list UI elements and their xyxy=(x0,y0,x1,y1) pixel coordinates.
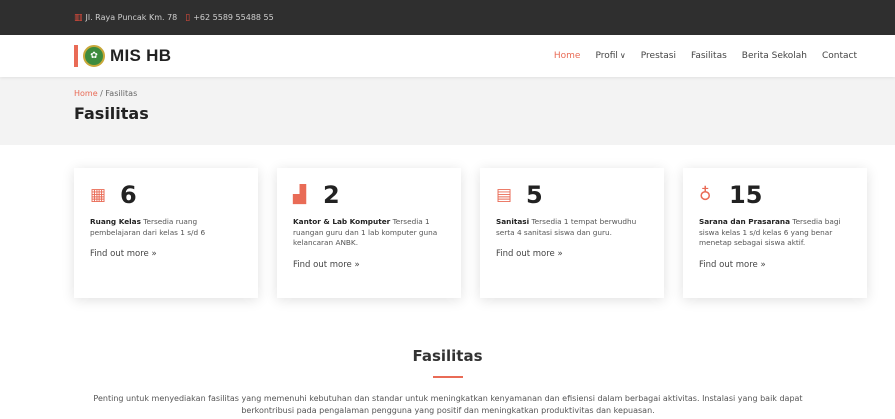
card-description: Ruang Kelas Tersedia ruang pembelajaran … xyxy=(90,217,243,238)
find-out-more-link[interactable]: Find out more » xyxy=(90,249,243,259)
breadcrumb-current: Fasilitas xyxy=(105,89,138,98)
map-icon: ▥ xyxy=(74,12,83,23)
chevron-down-icon: ∨ xyxy=(619,51,626,60)
building-icon: ▦ xyxy=(90,185,107,205)
breadcrumb-separator: / xyxy=(100,89,103,98)
address-text: Jl. Raya Puncak Km. 78 xyxy=(85,13,178,22)
facility-card: ▦ 6 Ruang Kelas Tersedia ruang pembelaja… xyxy=(74,168,258,298)
card-title: Sarana dan Prasarana xyxy=(699,217,791,226)
page-title: Fasilitas xyxy=(74,104,149,123)
card-description: Sarana dan Prasarana Tersedia bagi siswa… xyxy=(699,217,852,249)
receipt-icon: ▤ xyxy=(496,185,513,205)
phone-text: +62 5589 55488 55 xyxy=(193,13,274,22)
office-icon: ▟ xyxy=(293,185,307,205)
card-description: Kantor & Lab Komputer Tersedia 1 ruangan… xyxy=(293,217,446,249)
nav-berita-sekolah[interactable]: Berita Sekolah xyxy=(742,51,807,61)
main-menu: Home Profil ∨ Prestasi Fasilitas Berita S… xyxy=(554,51,857,61)
card-description: Sanitasi Tersedia 1 tempat berwudhu sert… xyxy=(496,217,649,238)
nav-fasilitas[interactable]: Fasilitas xyxy=(691,51,727,61)
find-out-more-link[interactable]: Find out more » xyxy=(293,260,446,270)
card-title: Kantor & Lab Komputer xyxy=(293,217,391,226)
school-logo-icon: ✿ xyxy=(83,45,105,67)
people-icon: ♁ xyxy=(699,185,712,205)
top-bar: ▥ Jl. Raya Puncak Km. 78 ▯ +62 5589 5548… xyxy=(0,0,895,35)
phone-icon: ▯ xyxy=(185,12,191,23)
nav-profil[interactable]: Profil ∨ xyxy=(595,51,625,61)
brand-accent-bar xyxy=(74,45,78,67)
find-out-more-link[interactable]: Find out more » xyxy=(496,249,649,259)
section-title: Fasilitas xyxy=(412,347,483,365)
breadcrumb-home[interactable]: Home xyxy=(74,89,98,98)
breadcrumb: Home / Fasilitas xyxy=(74,89,895,98)
nav-profil-label: Profil xyxy=(595,51,618,61)
card-title: Sanitasi xyxy=(496,217,530,226)
find-out-more-link[interactable]: Find out more » xyxy=(699,260,852,270)
nav-home[interactable]: Home xyxy=(554,51,581,61)
brand-name[interactable]: MIS HB xyxy=(110,46,171,66)
card-count: 15 xyxy=(729,181,763,209)
nav-prestasi[interactable]: Prestasi xyxy=(641,51,676,61)
page-header: Home / Fasilitas Fasilitas xyxy=(0,77,895,145)
nav-contact[interactable]: Contact xyxy=(822,51,857,61)
facility-card: ▤ 5 Sanitasi Tersedia 1 tempat berwudhu … xyxy=(480,168,664,298)
section-divider xyxy=(433,376,463,378)
card-count: 5 xyxy=(526,181,543,209)
card-title: Ruang Kelas xyxy=(90,217,141,226)
address-info: ▥ Jl. Raya Puncak Km. 78 xyxy=(74,13,177,23)
card-count: 6 xyxy=(120,181,137,209)
phone-info: ▯ +62 5589 55488 55 xyxy=(185,13,273,23)
card-count: 2 xyxy=(323,181,340,209)
brand[interactable]: ✿ MIS HB xyxy=(74,45,171,67)
facility-card: ▟ 2 Kantor & Lab Komputer Tersedia 1 rua… xyxy=(277,168,461,298)
facility-cards: ▦ 6 Ruang Kelas Tersedia ruang pembelaja… xyxy=(74,168,867,298)
facility-card: ♁ 15 Sarana dan Prasarana Tersedia bagi … xyxy=(683,168,867,298)
section-text: Penting untuk menyediakan fasilitas yang… xyxy=(93,394,803,415)
navbar: ✿ MIS HB Home Profil ∨ Prestasi Fasilitas… xyxy=(0,35,895,77)
